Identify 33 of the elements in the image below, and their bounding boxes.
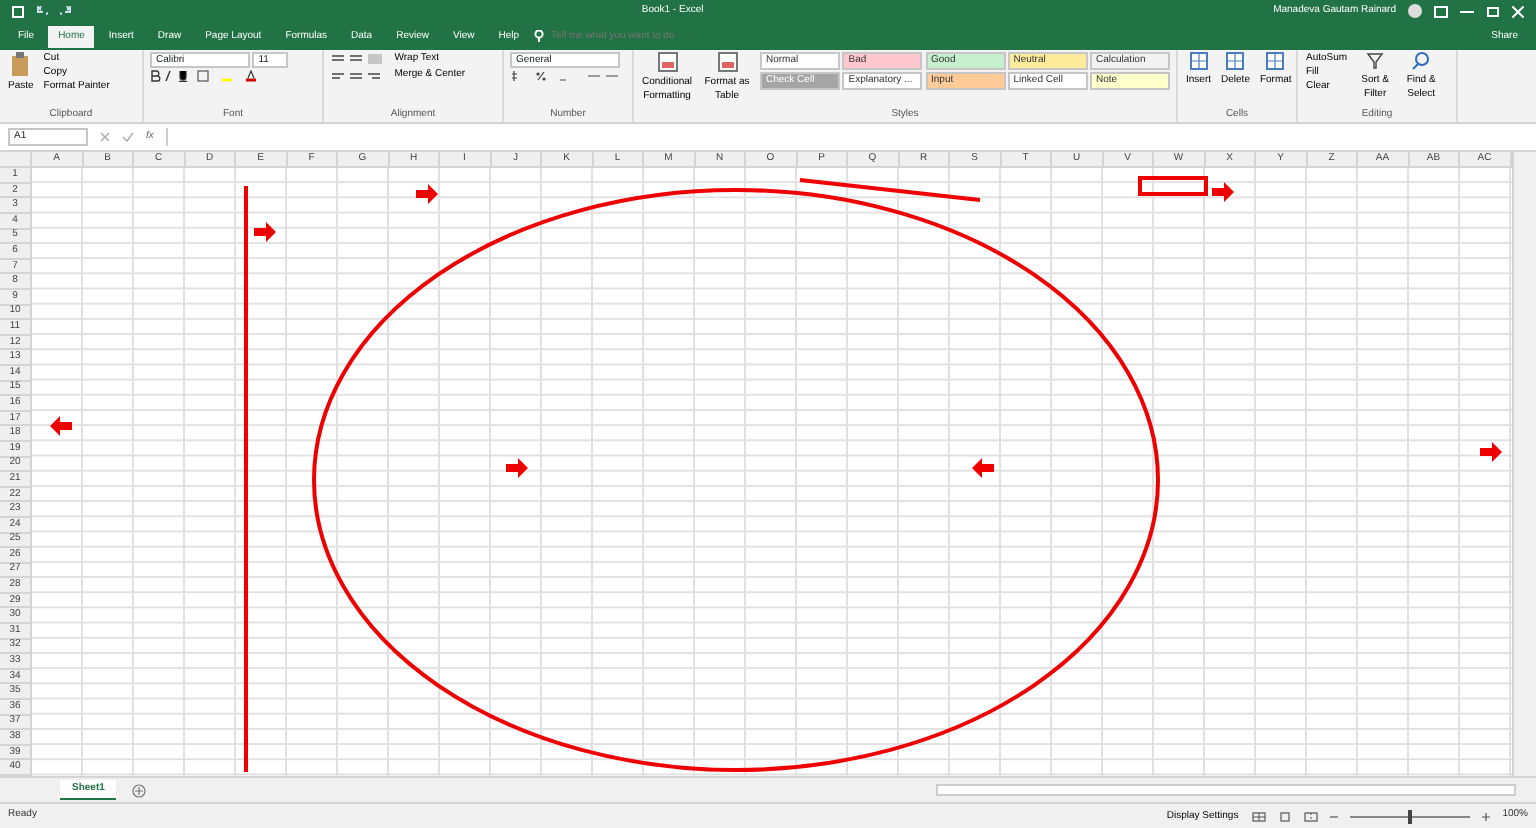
page-layout-icon[interactable] <box>1278 811 1293 822</box>
zoom-out-icon[interactable] <box>1330 811 1339 822</box>
minimize-icon[interactable] <box>1460 5 1475 18</box>
undo-icon[interactable] <box>36 5 48 18</box>
annotation-arrow <box>972 458 994 478</box>
page-break-icon[interactable] <box>1304 811 1319 822</box>
annotation-arrow <box>254 222 276 242</box>
lightbulb-icon <box>533 30 544 43</box>
redo-icon[interactable] <box>60 5 72 18</box>
annotation-arrow <box>50 416 72 436</box>
ribbon-display-icon[interactable] <box>1434 5 1449 18</box>
annotation-arrow <box>506 458 528 478</box>
close-icon[interactable] <box>1512 5 1525 18</box>
cancel-icon[interactable] <box>100 132 110 143</box>
annotation-arrow <box>1212 182 1234 202</box>
maximize-icon[interactable] <box>1486 5 1501 18</box>
horizontal-scrollbar[interactable] <box>936 784 1516 797</box>
vertical-scrollbar[interactable] <box>1511 152 1535 777</box>
save-icon[interactable] <box>12 5 24 18</box>
clipboard-icon <box>10 51 31 76</box>
filter-icon <box>1366 51 1385 70</box>
normal-view-icon[interactable] <box>1252 811 1267 822</box>
avatar-icon[interactable] <box>1408 4 1423 19</box>
search-icon <box>1412 51 1431 70</box>
number-format-icon[interactable] <box>510 70 620 82</box>
annotation-arrow <box>1480 442 1502 462</box>
cell-grid[interactable] <box>32 168 1511 777</box>
enter-icon[interactable] <box>122 132 134 143</box>
annotation-rectangle <box>1138 176 1208 196</box>
zoom-in-icon[interactable] <box>1482 811 1491 822</box>
zoom-thumb[interactable] <box>1408 809 1413 824</box>
add-sheet-icon[interactable] <box>132 783 147 798</box>
annotation-arrow <box>416 184 438 204</box>
